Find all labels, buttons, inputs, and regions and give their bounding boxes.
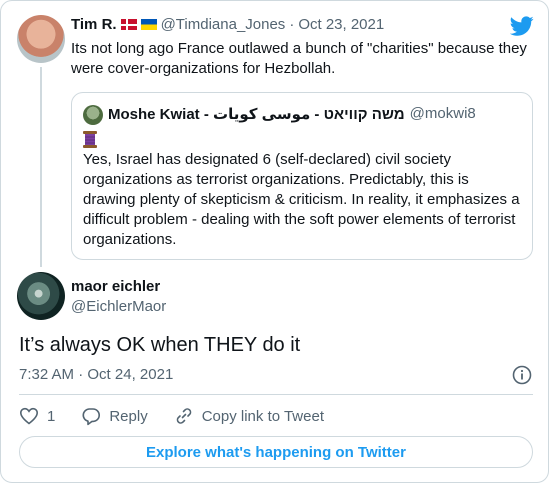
twitter-bird-icon[interactable]	[510, 14, 534, 38]
flag-denmark-icon	[120, 19, 137, 30]
reply-label: Reply	[109, 407, 148, 425]
avatar[interactable]	[17, 272, 65, 320]
avatar[interactable]	[17, 15, 65, 63]
reply-icon	[82, 408, 101, 426]
parent-tweet-header: Tim R. @Timdiana_Jones · Oct 23, 2021	[71, 16, 384, 33]
quoted-tweet-header: Moshe Kwiat - משה קוויאט - موسى كويات @m…	[108, 105, 476, 123]
quoted-author-name: Moshe Kwiat - משה קוויאט - موسى كويات	[108, 106, 405, 123]
quoted-tweet[interactable]: Moshe Kwiat - משה קוויאט - موسى كويات @m…	[71, 92, 533, 260]
explore-twitter-button[interactable]: Explore what's happening on Twitter	[19, 436, 533, 468]
reply-button[interactable]: Reply	[81, 406, 148, 426]
author-name[interactable]: maor eichler	[71, 278, 160, 295]
tweet-time: 7:32 AM	[19, 366, 75, 383]
quoted-avatar	[83, 105, 103, 125]
tweet-actions: 1 Reply Copy link to Tweet	[19, 405, 350, 427]
thread-spool-icon	[83, 131, 97, 148]
author-name[interactable]: Tim R.	[71, 16, 117, 33]
author-handle[interactable]: @Timdiana_Jones	[161, 16, 286, 33]
like-button[interactable]: 1	[19, 406, 55, 426]
separator-dot: ·	[289, 16, 295, 33]
copy-link-button[interactable]: Copy link to Tweet	[174, 406, 324, 426]
heart-icon	[19, 407, 39, 425]
tweet-embed-card: Tim R. @Timdiana_Jones · Oct 23, 2021 It…	[0, 0, 549, 483]
tweet-date[interactable]: Oct 23, 2021	[298, 16, 384, 33]
quoted-author-handle: @mokwi8	[409, 105, 476, 122]
info-icon[interactable]	[512, 365, 532, 385]
like-count: 1	[47, 407, 56, 425]
tweet-timestamp[interactable]: 7:32 AM · Oct 24, 2021	[19, 366, 173, 383]
copy-link-label: Copy link to Tweet	[201, 407, 324, 425]
quoted-tweet-text: Yes, Israel has designated 6 (self-decla…	[83, 151, 520, 248]
tweet-text: It’s always OK when THEY do it	[19, 334, 301, 356]
author-handle[interactable]: @EichlerMaor	[71, 298, 166, 315]
separator-dot: ·	[78, 366, 84, 383]
link-icon	[176, 408, 191, 424]
tweet-date: Oct 24, 2021	[87, 366, 174, 383]
divider	[19, 394, 533, 395]
parent-tweet-text: Its not long ago France outlawed a bunch…	[71, 40, 527, 77]
thread-connector-line	[40, 67, 42, 267]
flag-ukraine-icon	[140, 19, 157, 30]
